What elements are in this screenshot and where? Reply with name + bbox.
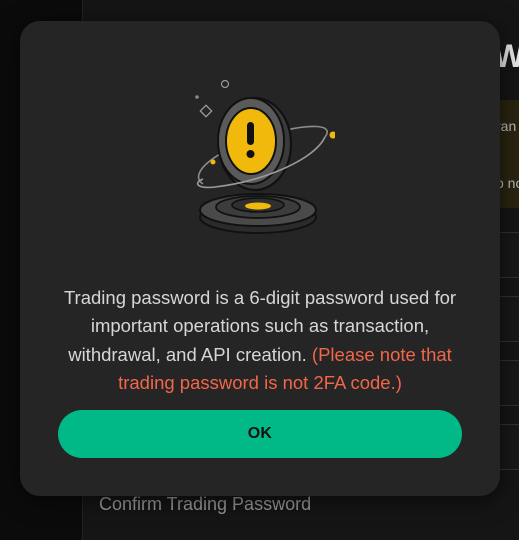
warning-coin-icon [185,79,337,244]
page: W ran o no Confirm Trading Password [0,0,519,540]
dialog-message: Trading password is a 6-digit password u… [50,284,470,398]
ok-button[interactable]: OK [58,410,462,458]
trading-password-info-dialog: Trading password is a 6-digit password u… [20,21,500,496]
confirm-trading-password-label: Confirm Trading Password [99,494,312,514]
